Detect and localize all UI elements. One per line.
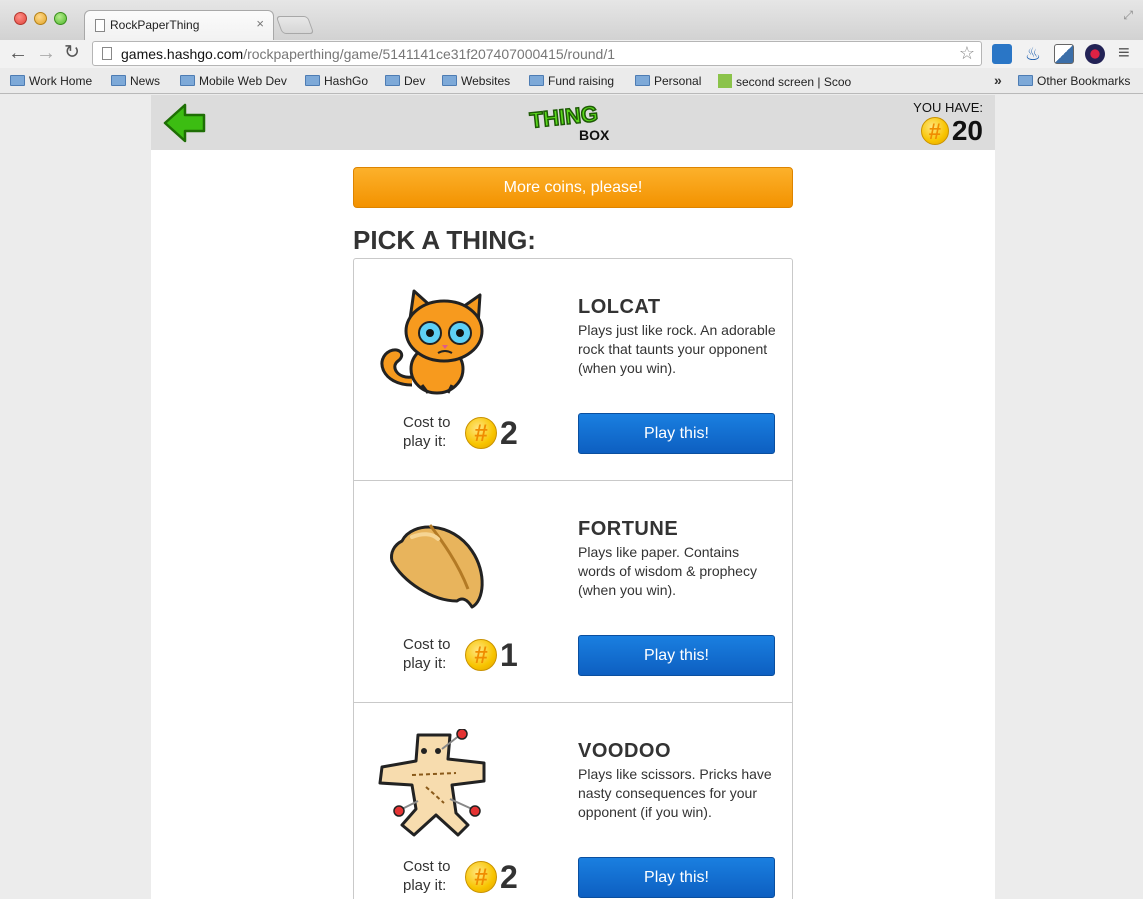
folder-icon: [305, 75, 320, 86]
cost-label: Cost to play it:: [403, 414, 451, 450]
bookmark-label: Personal: [654, 74, 702, 88]
thingbox-logo: THING BOX: [528, 100, 610, 143]
bookmark-label: Mobile Web Dev: [199, 74, 287, 88]
url-host: games.hashgo.com: [121, 46, 244, 62]
thing-card-voodoo: VOODOO Plays like scissors. Pricks have …: [354, 702, 792, 899]
voodoo-doll-icon: [378, 729, 486, 837]
more-bookmarks-icon[interactable]: »: [994, 72, 1002, 88]
bookmark-label: News: [130, 74, 161, 88]
thing-name: FORTUNE: [578, 518, 679, 540]
cat-icon: [380, 289, 484, 395]
coin-count: 20: [951, 115, 983, 146]
back-arrow-icon[interactable]: [163, 103, 207, 143]
folder-icon: [635, 75, 650, 86]
bookmark-label: Dev: [404, 74, 426, 88]
tab-title: RockPaperThing: [110, 18, 200, 32]
thing-description: Plays just like rock. An adorable rock t…: [578, 322, 776, 376]
coin-icon: #: [920, 117, 949, 145]
cost-label: Cost to play it:: [403, 636, 451, 672]
folder-icon: [10, 75, 25, 86]
bookmark-mobile-web-dev[interactable]: Mobile Web Dev: [180, 74, 287, 88]
bookmark-star-icon[interactable]: ☆: [959, 43, 975, 64]
page-title: PICK A THING:: [353, 225, 536, 255]
extension-icon[interactable]: [1054, 44, 1074, 64]
fullscreen-icon[interactable]: ⤢: [1123, 8, 1133, 23]
bookmark-news[interactable]: News: [111, 74, 160, 88]
folder-icon: [1018, 75, 1033, 86]
more-coins-button[interactable]: More coins, please!: [353, 167, 793, 208]
fortune-cookie-icon: [390, 524, 484, 609]
bookmark-second-screen[interactable]: second screen | Scoo: [718, 74, 853, 89]
back-icon[interactable]: ←: [8, 41, 28, 65]
site-favicon-icon: [718, 74, 732, 88]
folder-icon: [442, 75, 457, 86]
bookmark-label: Fund raising: [548, 74, 615, 88]
thing-name: VOODOO: [578, 740, 672, 762]
thing-description: Plays like paper. Contains words of wisd…: [578, 544, 757, 598]
browser-tab[interactable]: RockPaperThing ×: [84, 10, 274, 40]
bookmark-label: Other Bookmarks: [1037, 74, 1131, 88]
cost-value: 1: [500, 637, 518, 673]
folder-icon: [111, 75, 126, 86]
thing-list: LOLCAT Plays just like rock. An adorable…: [353, 258, 793, 899]
browser-toolbar: ← → ↻ games.hashgo.com/rockpaperthing/ga…: [0, 40, 1143, 68]
cost-label: Cost to play it:: [403, 858, 451, 894]
bookmark-other[interactable]: Other Bookmarks: [1018, 74, 1130, 88]
forward-icon[interactable]: →: [36, 41, 56, 65]
bookmark-label: Work Home: [29, 74, 93, 88]
game-page: THING BOX YOU HAVE: # 20 More coins, ple…: [151, 95, 995, 899]
zoom-window-button[interactable]: [54, 12, 67, 25]
folder-icon: [180, 75, 195, 86]
bookmark-label: HashGo: [324, 74, 369, 88]
url-path: /rockpaperthing/game/5141141ce31f2074070…: [243, 46, 616, 62]
window-titlebar: RockPaperThing × ⤢: [0, 0, 1143, 40]
thing-card-fortune: FORTUNE Plays like paper. Contains words…: [354, 480, 792, 702]
thing-card-lolcat: LOLCAT Plays just like rock. An adorable…: [354, 259, 792, 480]
coin-icon: #: [465, 639, 497, 671]
page-icon: [95, 19, 105, 32]
bookmark-hashgo[interactable]: HashGo: [305, 74, 368, 88]
extension-icon[interactable]: [992, 44, 1012, 64]
extension-icon[interactable]: [1085, 44, 1105, 64]
thing-name: LOLCAT: [578, 296, 661, 318]
page-icon: [102, 47, 112, 60]
minimize-window-button[interactable]: [34, 12, 47, 25]
play-lolcat-button[interactable]: Play this!: [578, 413, 775, 454]
new-tab-button[interactable]: [275, 16, 315, 34]
bookmark-label: Websites: [461, 74, 511, 88]
play-voodoo-button[interactable]: Play this!: [578, 857, 775, 898]
game-header: THING BOX YOU HAVE: # 20: [151, 95, 995, 150]
thing-description: Plays like scissors. Pricks have nasty c…: [578, 766, 772, 820]
bookmark-fund-raising[interactable]: Fund raising: [529, 74, 614, 88]
bookmark-dev[interactable]: Dev: [385, 74, 425, 88]
reload-icon[interactable]: ↻: [64, 41, 80, 65]
folder-icon: [529, 75, 544, 86]
bookmark-work-home[interactable]: Work Home: [10, 74, 92, 88]
folder-icon: [385, 75, 400, 86]
bookmarks-bar: Work Home News Mobile Web Dev HashGo Dev…: [0, 68, 1143, 94]
bookmark-personal[interactable]: Personal: [635, 74, 701, 88]
menu-icon[interactable]: ≡: [1118, 42, 1130, 65]
tab-close-icon[interactable]: ×: [256, 16, 264, 31]
svg-text:BOX: BOX: [579, 127, 610, 143]
bookmark-websites[interactable]: Websites: [442, 74, 510, 88]
close-window-button[interactable]: [14, 12, 27, 25]
address-bar[interactable]: games.hashgo.com/rockpaperthing/game/514…: [92, 41, 982, 66]
flame-extension-icon[interactable]: ♨: [1023, 44, 1043, 64]
coin-icon: #: [465, 861, 497, 893]
url-text: games.hashgo.com/rockpaperthing/game/514…: [121, 46, 615, 62]
play-fortune-button[interactable]: Play this!: [578, 635, 775, 676]
coin-balance: # 20: [920, 115, 983, 147]
cost-value: 2: [500, 415, 518, 451]
coin-icon: #: [465, 417, 497, 449]
coins-label: YOU HAVE:: [913, 100, 983, 115]
cost-value: 2: [500, 859, 518, 895]
bookmark-label: second screen | Scoo: [736, 75, 852, 89]
